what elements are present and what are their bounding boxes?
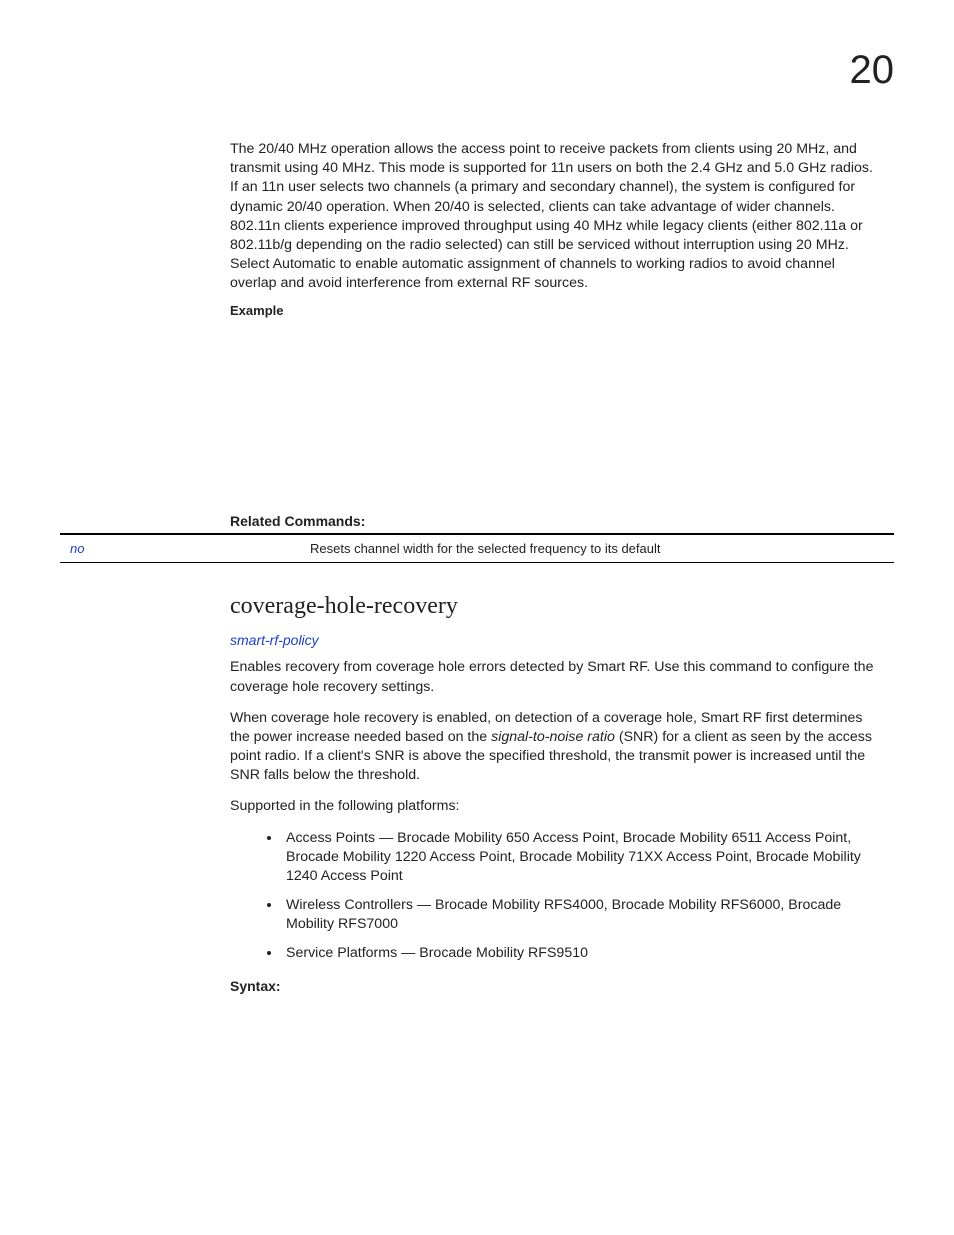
list-item: Service Platforms — Brocade Mobility RFS… [282, 944, 884, 963]
section-paragraph-1: Enables recovery from coverage hole erro… [230, 658, 884, 696]
supported-platforms-label: Supported in the following platforms: [230, 797, 884, 816]
table-row: no Resets channel width for the selected… [60, 533, 894, 563]
p2-italic-term: signal-to-noise ratio [491, 729, 615, 745]
platforms-list: Access Points — Brocade Mobility 650 Acc… [230, 829, 884, 964]
list-item: Wireless Controllers — Brocade Mobility … [282, 896, 884, 934]
document-page: 20 The 20/40 MHz operation allows the ac… [0, 0, 954, 1235]
example-heading: Example [230, 303, 884, 318]
content-column: The 20/40 MHz operation allows the acces… [230, 140, 884, 529]
related-commands-heading: Related Commands: [230, 513, 884, 529]
related-commands-table: no Resets channel width for the selected… [60, 533, 894, 563]
related-command-name[interactable]: no [60, 541, 278, 556]
chapter-number: 20 [850, 48, 895, 93]
syntax-heading: Syntax: [230, 978, 884, 994]
intro-paragraph: The 20/40 MHz operation allows the acces… [230, 140, 884, 293]
list-item: Access Points — Brocade Mobility 650 Acc… [282, 829, 884, 887]
section-paragraph-2: When coverage hole recovery is enabled, … [230, 709, 884, 786]
related-command-desc: Resets channel width for the selected fr… [278, 541, 894, 556]
section-content: coverage-hole-recovery smart-rf-policy E… [230, 593, 884, 993]
policy-link[interactable]: smart-rf-policy [230, 632, 319, 648]
section-heading: coverage-hole-recovery [230, 593, 884, 620]
